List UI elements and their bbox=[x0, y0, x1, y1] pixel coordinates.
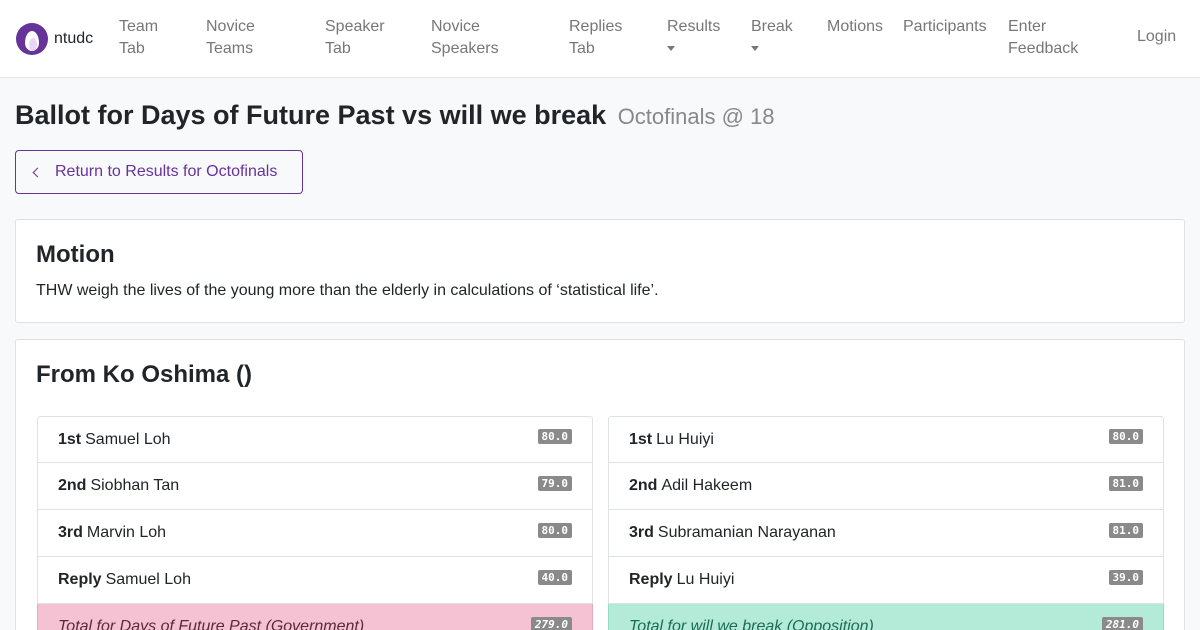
speaker-name: Marvin Loh bbox=[86, 524, 167, 541]
motion-card: Motion THW weigh the lives of the young … bbox=[15, 219, 1185, 323]
score-badge: 80.0 bbox=[537, 522, 572, 538]
speaker-position: 3rd bbox=[629, 524, 654, 541]
return-button-label: Return to Results for Octofinals bbox=[55, 163, 278, 180]
nav-enter-feedback[interactable]: Enter Feedback bbox=[1008, 16, 1078, 60]
score-badge: 80.0 bbox=[537, 429, 572, 444]
nav-label-line: Speaker bbox=[325, 18, 385, 35]
motion-text: THW weigh the lives of the young more th… bbox=[36, 282, 659, 299]
speaker-position: 2nd bbox=[629, 477, 658, 494]
brand-name: ntudc bbox=[54, 30, 94, 47]
speaker-row: 1st Lu Huiyi 80.0 bbox=[608, 416, 1164, 463]
speaker-name: Lu Huiyi bbox=[676, 571, 735, 588]
score-badge: 39.0 bbox=[1108, 569, 1143, 585]
page-title-text: Ballot for Days of Future Past vs will w… bbox=[15, 100, 607, 130]
score-badge: 81.0 bbox=[1108, 475, 1143, 491]
nav-label-line: Feedback bbox=[1008, 40, 1079, 57]
ballot-card: From Ko Oshima () 1st Samuel Loh 80.0 2nd… bbox=[15, 339, 1185, 630]
nav-participants[interactable]: Participants bbox=[903, 16, 987, 38]
nav-label-line: Tab bbox=[119, 40, 145, 57]
speaker-name: Samuel Loh bbox=[105, 571, 191, 588]
total-score-badge: 279.0 bbox=[530, 616, 572, 630]
nav-motions[interactable]: Motions bbox=[827, 16, 883, 38]
page-title: Ballot for Days of Future Past vs will w… bbox=[15, 100, 775, 131]
speaker-row: Reply Lu Huiyi 39.0 bbox=[608, 557, 1164, 604]
return-to-results-button[interactable]: Return to Results for Octofinals bbox=[15, 150, 303, 194]
team-total-label: Total for Days of Future Past (Governmen… bbox=[58, 618, 365, 630]
chevron-left-icon bbox=[32, 167, 43, 177]
nav-results-dropdown[interactable]: Results bbox=[667, 16, 720, 51]
team-total-label: Total for will we break (Opposition) bbox=[629, 618, 874, 630]
speaker-position: 1st bbox=[58, 430, 82, 448]
nav-label-line: Results bbox=[667, 18, 721, 35]
speaker-row: 2nd Siobhan Tan 79.0 bbox=[37, 463, 593, 510]
nav-break-dropdown[interactable]: Break bbox=[751, 16, 793, 51]
nav-speaker-tab[interactable]: Speaker Tab bbox=[325, 16, 385, 60]
opposition-team-list: 1st Lu Huiyi 80.0 2nd Adil Hakeem 81.0 3rd… bbox=[608, 416, 1164, 630]
speaker-name: Adil Hakeem bbox=[661, 477, 753, 494]
nav-replies-tab[interactable]: Replies Tab bbox=[569, 16, 622, 60]
nav-label-line: Participants bbox=[903, 18, 987, 35]
speaker-row: 1st Samuel Loh 80.0 bbox=[37, 416, 593, 463]
speaker-row: 3rd Marvin Loh 80.0 bbox=[37, 510, 593, 557]
speaker-row: 2nd Adil Hakeem 81.0 bbox=[608, 463, 1164, 510]
nav-label-line: Team bbox=[119, 18, 159, 35]
speaker-position: 2nd bbox=[58, 477, 87, 494]
score-badge: 81.0 bbox=[1108, 522, 1143, 538]
nav-label-line: Tab bbox=[569, 40, 595, 57]
nav-label-line: Teams bbox=[206, 40, 254, 57]
nav-label-line: Replies bbox=[569, 18, 623, 35]
top-navbar: ntudc Team Tab Novice Teams Speaker Tab … bbox=[0, 0, 1200, 78]
login-link[interactable]: Login bbox=[1137, 28, 1176, 46]
speaker-position: 1st bbox=[629, 430, 653, 448]
ballot-heading: From Ko Oshima () bbox=[36, 361, 253, 388]
total-score-badge: 281.0 bbox=[1101, 616, 1143, 630]
speaker-position: Reply bbox=[58, 571, 102, 588]
nav-label-line: Tab bbox=[325, 40, 351, 57]
brand-link[interactable]: ntudc bbox=[16, 23, 93, 55]
nav-label-line: Novice bbox=[431, 18, 480, 35]
speaker-row: Reply Samuel Loh 40.0 bbox=[37, 557, 593, 604]
logo-icon bbox=[16, 23, 48, 55]
team-total-row: Total for Days of Future Past (Governmen… bbox=[37, 604, 593, 630]
nav-label-line: Motions bbox=[827, 18, 884, 35]
motion-heading: Motion bbox=[36, 241, 115, 268]
caret-down-icon bbox=[667, 46, 675, 51]
nav-novice-speakers[interactable]: Novice Speakers bbox=[431, 16, 499, 60]
nav-label-line: Enter bbox=[1008, 18, 1047, 35]
score-badge: 79.0 bbox=[537, 475, 572, 491]
speaker-name: Samuel Loh bbox=[85, 430, 171, 448]
nav-label-line: Novice bbox=[206, 18, 255, 35]
page-subtitle: Octofinals @ 18 bbox=[617, 104, 775, 129]
speaker-name: Siobhan Tan bbox=[90, 477, 180, 494]
government-team-list: 1st Samuel Loh 80.0 2nd Siobhan Tan 79.0 3… bbox=[37, 416, 593, 630]
speaker-name: Subramanian Narayanan bbox=[657, 524, 836, 541]
nav-label-line: Break bbox=[751, 18, 793, 35]
speaker-name: Lu Huiyi bbox=[656, 430, 714, 448]
nav-team-tab[interactable]: Team Tab bbox=[119, 16, 158, 60]
speaker-position: Reply bbox=[629, 571, 673, 588]
nav-label-line: Speakers bbox=[431, 40, 499, 57]
score-badge: 80.0 bbox=[1108, 429, 1143, 444]
nav-novice-teams[interactable]: Novice Teams bbox=[206, 16, 255, 60]
speaker-row: 3rd Subramanian Narayanan 81.0 bbox=[608, 510, 1164, 557]
score-badge: 40.0 bbox=[537, 569, 572, 585]
speaker-position: 3rd bbox=[58, 524, 83, 541]
caret-down-icon bbox=[751, 46, 759, 51]
team-total-row: Total for will we break (Opposition) 281… bbox=[608, 604, 1164, 630]
